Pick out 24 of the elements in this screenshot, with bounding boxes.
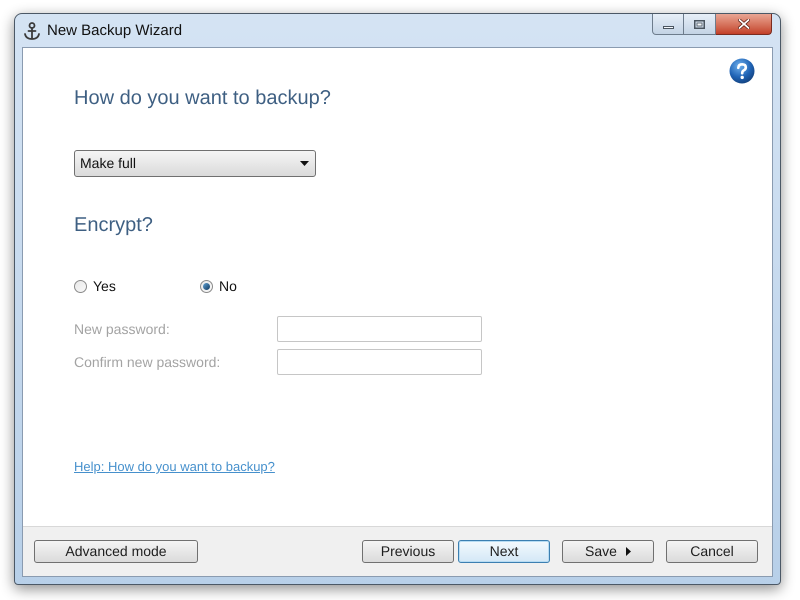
help-icon[interactable] xyxy=(729,58,755,84)
window-title: New Backup Wizard xyxy=(47,21,182,41)
caret-icon xyxy=(300,161,309,166)
anchor-icon xyxy=(23,22,41,41)
radio-button[interactable] xyxy=(200,280,213,292)
field-label: Confirm new password: xyxy=(74,352,222,372)
dialog-button[interactable]: Advanced mode xyxy=(34,540,198,563)
radio-label: No xyxy=(219,277,237,295)
dialog-button[interactable]: Cancel xyxy=(666,540,758,563)
maximize-button[interactable] xyxy=(684,14,716,35)
field-label: New password: xyxy=(74,320,171,339)
section-heading: How do you want to backup? xyxy=(74,86,332,111)
dialog-button[interactable]: Next xyxy=(458,540,550,563)
save-menu-button[interactable]: Save xyxy=(562,540,654,563)
radio-button[interactable] xyxy=(74,280,87,292)
backup-type-dropdown[interactable]: Make full xyxy=(74,150,316,177)
section-heading: Encrypt? xyxy=(74,213,154,238)
close-icon xyxy=(738,19,750,29)
close-button[interactable] xyxy=(716,14,772,35)
maximize-icon xyxy=(694,20,705,28)
dialog-button[interactable]: Previous xyxy=(362,540,454,563)
radio-label: Yes xyxy=(93,277,116,295)
minimize-button[interactable] xyxy=(652,14,684,35)
minimize-icon xyxy=(662,26,674,28)
